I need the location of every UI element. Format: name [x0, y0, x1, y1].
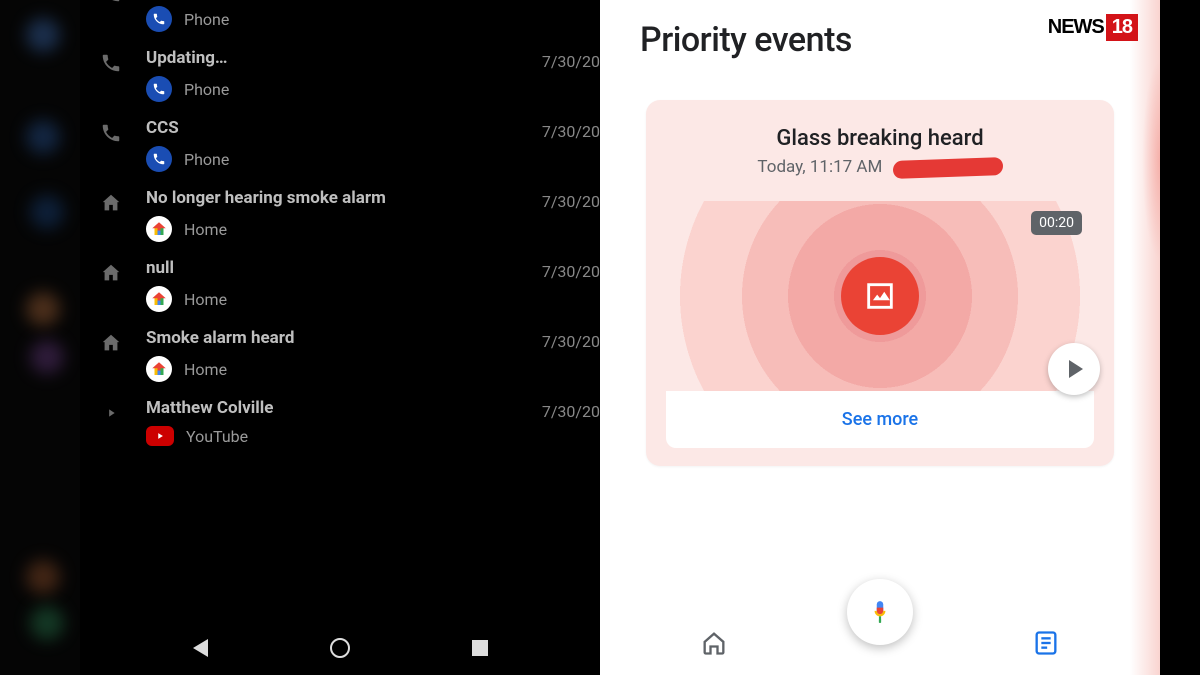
app-name: YouTube [186, 427, 248, 446]
notification-title: Smoke alarm heard [146, 328, 600, 348]
android-notification-log: Missed callPhone7/30/20Updating…Phone7/3… [80, 0, 600, 675]
phone-app-icon [146, 6, 172, 32]
house-icon [100, 192, 122, 214]
notification-date: 7/30/20 [542, 402, 600, 421]
notification-list: Missed callPhone7/30/20Updating…Phone7/3… [80, 0, 600, 454]
notification-title: Matthew Colville [146, 398, 600, 418]
notification-date: 7/30/20 [542, 0, 600, 1]
notification-date: 7/30/20 [542, 122, 600, 141]
app-name: Home [184, 360, 227, 379]
notification-date: 7/30/20 [542, 192, 600, 211]
notification-row[interactable]: Matthew Colville YouTube 7/30/20 [80, 390, 600, 454]
feed-icon [1032, 629, 1060, 657]
notification-title: Updating… [146, 48, 600, 68]
play-button[interactable] [1048, 343, 1100, 395]
notification-date: 7/30/20 [542, 332, 600, 351]
recent-icon [472, 640, 488, 656]
phone-app-icon [146, 76, 172, 102]
duration-badge: 00:20 [1031, 211, 1082, 235]
back-icon [193, 639, 208, 657]
app-name: Home [184, 220, 227, 239]
broken-image-icon [841, 257, 919, 335]
house-icon [100, 262, 122, 284]
app-name: Home [184, 290, 227, 309]
house-icon [100, 332, 122, 354]
home-header: Priority events NEWS 18 [600, 0, 1160, 70]
home-app-icon [146, 216, 172, 242]
see-more-button[interactable]: See more [666, 391, 1094, 448]
nav-recent-button[interactable] [460, 628, 500, 668]
app-name: Phone [184, 10, 229, 29]
notification-row[interactable]: null Home 7/30/20 [80, 250, 600, 320]
event-preview[interactable]: 00:20 [666, 201, 1094, 391]
android-nav-bar [80, 621, 600, 675]
house-icon [700, 629, 728, 657]
notification-row[interactable]: Updating… Phone 7/30/20 [80, 40, 600, 110]
news18-watermark: NEWS 18 [1048, 14, 1138, 41]
home-app-icon [146, 356, 172, 382]
nav-back-button[interactable] [180, 628, 220, 668]
notification-title: CCS [146, 118, 600, 138]
redacted-text [893, 157, 1003, 179]
nav-home-button[interactable] [320, 628, 360, 668]
notification-row[interactable]: No longer hearing smoke alarm Home 7/30/20 [80, 180, 600, 250]
app-name: Phone [184, 150, 229, 169]
notification-title: No longer hearing smoke alarm [146, 188, 600, 208]
notification-title: null [146, 258, 600, 278]
notification-row[interactable]: CCS Phone 7/30/20 [80, 110, 600, 180]
notification-date: 7/30/20 [542, 52, 600, 71]
event-time: Today, 11:17 AM [757, 157, 882, 177]
event-subtitle: Today, 11:17 AM [646, 157, 1114, 177]
app-name: Phone [184, 80, 229, 99]
priority-event-card[interactable]: Glass breaking heard Today, 11:17 AM 00:… [646, 100, 1114, 466]
home-tab[interactable] [698, 627, 730, 659]
home-bottom-nav [600, 611, 1160, 675]
event-title: Glass breaking heard [646, 126, 1114, 151]
decorative-glow [1142, 60, 1160, 260]
youtube-app-icon [146, 426, 174, 446]
notification-row[interactable]: Missed callPhone7/30/20 [80, 0, 600, 40]
youtube-icon [100, 402, 122, 424]
blurred-sidebar [0, 0, 80, 675]
phone-icon [100, 52, 122, 74]
google-home-app: Priority events NEWS 18 Glass breaking h… [600, 0, 1160, 675]
watermark-18: 18 [1106, 14, 1138, 41]
watermark-news: NEWS [1048, 14, 1104, 41]
play-icon [1069, 360, 1083, 378]
phone-app-icon [146, 146, 172, 172]
notification-date: 7/30/20 [542, 262, 600, 281]
phone-icon [100, 0, 122, 4]
notification-row[interactable]: Smoke alarm heard Home 7/30/20 [80, 320, 600, 390]
home-app-icon [146, 286, 172, 312]
phone-icon [100, 122, 122, 144]
feed-tab[interactable] [1030, 627, 1062, 659]
home-circle-icon [330, 638, 350, 658]
